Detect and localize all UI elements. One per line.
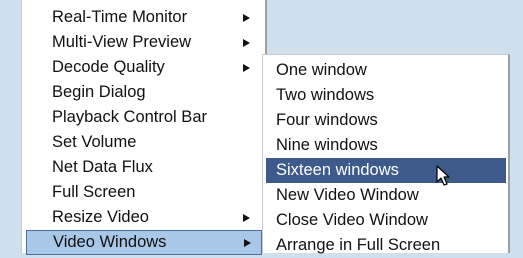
menu-item-label: Arrange in Full Screen — [276, 236, 441, 254]
menu-item-begin-dialog[interactable]: Begin Dialog — [26, 80, 262, 105]
submenu-arrow-icon — [243, 64, 250, 72]
menu-item-label: Real-Time Monitor — [52, 8, 188, 26]
menu-item-label: One window — [276, 61, 367, 79]
menu-item-label: Resize Video — [52, 208, 149, 226]
menu-item-decode-quality[interactable]: Decode Quality — [26, 55, 262, 80]
menu-item-label: Sixteen windows — [276, 161, 399, 179]
submenu-item-one-window[interactable]: One window — [266, 58, 506, 83]
submenu-item-two-windows[interactable]: Two windows — [266, 83, 506, 108]
menu-item-label: Decode Quality — [52, 58, 165, 76]
menu-item-full-screen[interactable]: Full Screen — [26, 180, 262, 205]
menu-item-label: Full Screen — [52, 183, 136, 201]
submenu-arrow-icon — [243, 39, 250, 47]
menu-item-label: Close Video Window — [276, 211, 428, 229]
menu-item-multi-view-preview[interactable]: Multi-View Preview — [26, 30, 262, 55]
menu-item-real-time-monitor[interactable]: Real-Time Monitor — [26, 5, 262, 30]
submenu-item-close-video-window[interactable]: Close Video Window — [266, 208, 506, 233]
menu-item-label: Multi-View Preview — [52, 33, 192, 51]
menu-item-playback-control-bar[interactable]: Playback Control Bar — [26, 105, 262, 130]
context-menu: Real-Time Monitor Multi-View Preview Dec… — [21, 0, 267, 255]
menu-item-net-data-flux[interactable]: Net Data Flux — [26, 155, 262, 180]
menu-item-label: Net Data Flux — [52, 158, 153, 176]
submenu-arrow-icon — [243, 214, 250, 222]
menu-item-label: Begin Dialog — [52, 83, 146, 101]
menu-item-video-windows[interactable]: Video Windows — [26, 230, 262, 255]
menu-item-label: Two windows — [276, 86, 375, 104]
submenu-arrow-icon — [244, 239, 251, 247]
submenu-arrow-icon — [243, 14, 250, 22]
menu-item-label: Video Windows — [53, 233, 167, 251]
menu-item-label: New Video Window — [276, 186, 419, 204]
submenu-item-sixteen-windows[interactable]: Sixteen windows — [266, 158, 506, 183]
submenu-item-new-video-window[interactable]: New Video Window — [266, 183, 506, 208]
submenu-item-four-windows[interactable]: Four windows — [266, 108, 506, 133]
menu-item-label: Set Volume — [52, 133, 137, 151]
menu-item-label: Nine windows — [276, 136, 378, 154]
submenu-item-nine-windows[interactable]: Nine windows — [266, 133, 506, 158]
menu-item-label: Four windows — [276, 111, 378, 129]
mouse-pointer-icon — [436, 165, 450, 186]
menu-item-resize-video[interactable]: Resize Video — [26, 205, 262, 230]
submenu-item-arrange-in-full-screen[interactable]: Arrange in Full Screen — [266, 233, 506, 258]
video-windows-submenu: One window Two windows Four windows Nine… — [262, 54, 510, 254]
menu-item-set-volume[interactable]: Set Volume — [26, 130, 262, 155]
menu-item-label: Playback Control Bar — [52, 108, 207, 126]
